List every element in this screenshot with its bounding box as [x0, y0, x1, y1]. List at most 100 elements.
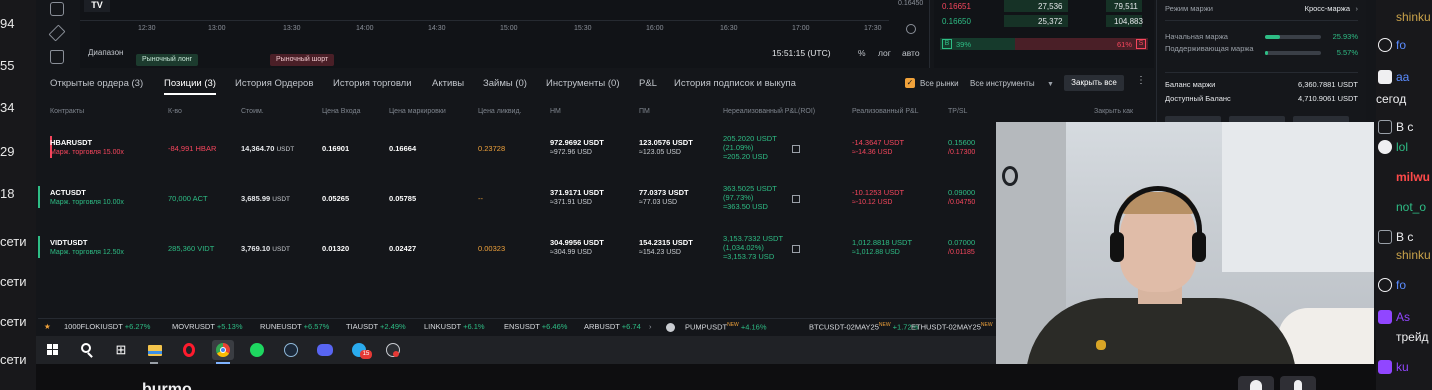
position-row[interactable]: ACTUSDT Марж. торговля 10.00x 70,000 ACT…	[38, 180, 1156, 230]
chat-username[interactable]: milwu	[1396, 170, 1430, 184]
ticker-item[interactable]: MOVRUSDT +5.13%	[172, 322, 243, 331]
initial-margin: 371.9171 USDT ≈371.91 USD	[550, 188, 604, 206]
position-symbol[interactable]: VIDTUSDT Марж. торговля 12.50x	[50, 238, 124, 256]
file-explorer-icon[interactable]	[144, 340, 166, 360]
divider	[1165, 20, 1358, 21]
close-all-button[interactable]: Закрыть все	[1064, 75, 1124, 91]
discord-icon[interactable]	[314, 340, 336, 360]
tab-open-orders[interactable]: Открытые ордера (3)	[50, 78, 143, 89]
percent-toggle[interactable]: %	[858, 48, 866, 58]
chat-text: трейд	[1396, 330, 1429, 344]
tab-positions[interactable]: Позиции (3)	[164, 78, 216, 95]
ticker-item[interactable]: ARBUSDT +6.74	[584, 322, 641, 331]
chat-username[interactable]: shinku	[1396, 248, 1431, 262]
task-view-icon[interactable]: ⊞	[110, 340, 132, 360]
left-number: 34	[0, 100, 15, 115]
chat-text: lol	[1396, 140, 1409, 154]
chat-username[interactable]: aa	[1396, 70, 1409, 84]
position-row[interactable]: HBARUSDT Марж. торговля 15.00x -84,991 H…	[38, 130, 1156, 180]
chart-axis-line	[80, 20, 889, 21]
position-symbol[interactable]: ACTUSDT Марж. торговля 10.00x	[50, 188, 124, 206]
chat-username[interactable]: As	[1396, 310, 1410, 324]
all-markets-label[interactable]: Все рынки	[920, 79, 959, 88]
range-label[interactable]: Диапазон	[88, 48, 123, 57]
star-icon[interactable]: ★	[44, 322, 51, 331]
opera-icon[interactable]	[178, 340, 200, 360]
notifications-bell-button[interactable]	[1280, 376, 1316, 390]
chat-username[interactable]: shinku	[1396, 10, 1431, 24]
share-icon[interactable]	[792, 195, 800, 203]
initial-margin-bar	[1265, 35, 1321, 39]
mm-value: 123.0576 USDT	[639, 138, 693, 147]
chrome-icon[interactable]	[212, 340, 234, 360]
buy-badge: B	[942, 39, 952, 49]
margin-mode-row[interactable]: Режим маржи Кросс-маржа ›	[1165, 4, 1358, 13]
ticker-item[interactable]: 1000FLOKIUSDT +6.27%	[64, 322, 150, 331]
telegram-icon[interactable]: 15	[348, 340, 372, 360]
chat-username[interactable]: lol	[1396, 140, 1408, 154]
tab-loans[interactable]: Займы (0)	[483, 78, 527, 89]
upnl-approx: ≈363.50 USD	[723, 202, 768, 211]
position-row[interactable]: VIDTUSDT Марж. торговля 12.50x 285,360 V…	[38, 230, 1156, 280]
pencil-icon[interactable]	[48, 24, 66, 42]
gear-icon[interactable]	[906, 24, 916, 34]
mm-approx: ≈77.03 USD	[639, 199, 678, 206]
recording-app-icon[interactable]	[382, 340, 404, 360]
tab-pnl[interactable]: P&L	[639, 78, 657, 89]
tpsl[interactable]: 0.15600/0.17300	[948, 138, 975, 156]
order-book: 0.16651 27,536 79,511 0.16650 25,372 104…	[934, 0, 1154, 68]
market-short-button[interactable]: Рыночный шорт	[270, 54, 335, 66]
new-badge: NEW	[878, 322, 891, 328]
share-icon[interactable]	[792, 145, 800, 153]
auto-toggle[interactable]: авто	[902, 48, 920, 58]
ticker-symbol: MOVRUSDT	[172, 322, 215, 331]
order-book-row[interactable]: 0.16651 27,536 79,511	[934, 0, 1154, 14]
tab-assets[interactable]: Активы	[432, 78, 464, 89]
position-symbol[interactable]: HBARUSDT Марж. торговля 15.00x	[50, 138, 124, 156]
tab-order-history[interactable]: История Ордеров	[235, 78, 313, 89]
sl-value: /0.04750	[948, 199, 976, 206]
ticker-item[interactable]: PUMPUSDTNEW +4.16%	[685, 322, 767, 332]
lock-icon[interactable]	[50, 50, 64, 64]
market-long-button[interactable]: Рыночный лонг	[136, 54, 199, 66]
chat-text: ku	[1396, 360, 1409, 374]
tab-instruments[interactable]: Инструменты (0)	[546, 78, 620, 89]
ticker-item[interactable]: TIAUSDT +2.49%	[346, 322, 406, 331]
chat-username[interactable]: fo	[1396, 278, 1406, 292]
book-total: 79,511	[1114, 2, 1138, 11]
magnet-icon[interactable]	[50, 2, 64, 16]
sell-percent: 61%	[1116, 40, 1132, 49]
chat-username[interactable]: ku	[1396, 360, 1409, 374]
streamer-name[interactable]: burmo	[142, 380, 192, 390]
spotify-icon[interactable]	[246, 340, 268, 360]
ticker-symbol: ENSUSDT	[504, 322, 540, 331]
upnl-value: 3,153.7332 USDT	[723, 234, 784, 243]
chat-username[interactable]: not_o	[1396, 200, 1426, 214]
all-instruments-select[interactable]: Все инструменты	[970, 79, 1035, 88]
share-icon[interactable]	[792, 245, 800, 253]
ticker-item[interactable]: ENSUSDT +6.46%	[504, 322, 567, 331]
tpsl[interactable]: 0.07000/0.01185	[948, 238, 975, 256]
steam-icon[interactable]	[280, 340, 302, 360]
ticker-symbol: LINKUSDT	[424, 322, 461, 331]
more-options-icon[interactable]: ⋮	[1136, 75, 1146, 86]
ticker-item[interactable]: ETHUSDT-02MAY25NEW	[911, 322, 993, 332]
log-toggle[interactable]: лог	[878, 48, 891, 58]
ticker-item[interactable]: RUNEUSDT +6.57%	[260, 322, 329, 331]
all-markets-checkbox[interactable]: ✓	[905, 78, 915, 88]
ticker-item[interactable]: BTCUSDT-02MAY25NEW +1.72%	[809, 322, 918, 332]
windows-start-icon[interactable]	[42, 340, 64, 360]
person-body	[1026, 298, 1296, 364]
ticker-item[interactable]: LINKUSDT +6.1%	[424, 322, 485, 331]
follow-heart-button[interactable]	[1238, 376, 1274, 390]
col-mm: ПМ	[639, 108, 650, 115]
tab-subscriptions[interactable]: История подписок и выкупа	[674, 78, 796, 89]
chat-text: As	[1396, 310, 1411, 324]
tab-trade-history[interactable]: История торговли	[333, 78, 412, 89]
tpsl[interactable]: 0.09000/0.04750	[948, 188, 975, 206]
chevron-right-icon[interactable]: ›	[649, 322, 652, 331]
search-icon[interactable]	[76, 340, 98, 360]
order-book-row[interactable]: 0.16650 25,372 104,883	[934, 15, 1154, 29]
price-chart[interactable]: TV 12:30 13:00 13:30 14:00 14:30 15:00 1…	[80, 0, 930, 68]
chat-username[interactable]: fo	[1396, 38, 1406, 52]
